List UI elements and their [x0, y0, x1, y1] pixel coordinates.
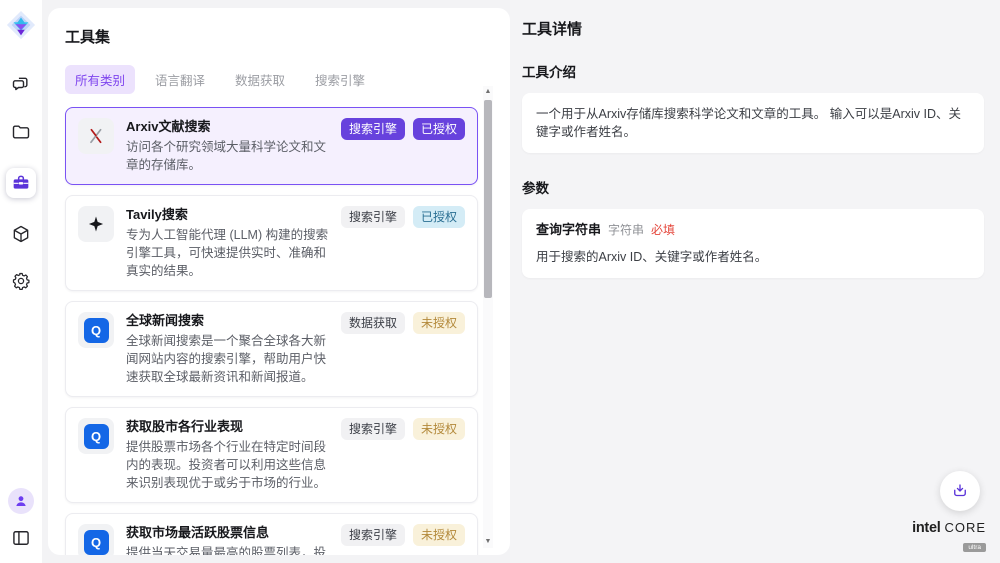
- category-badge: 搜索引擎: [341, 418, 405, 440]
- tool-name: Arxiv文献搜索: [126, 118, 329, 135]
- auth-status-badge: 未授权: [413, 524, 465, 546]
- scroll-up-arrow-icon[interactable]: ▲: [483, 86, 493, 98]
- tools-panel: 工具集 所有类别 语言翻译 数据获取 搜索引擎 Arxiv文献搜索 访问各个研究…: [48, 8, 510, 555]
- tool-description: 访问各个研究领域大量科学论文和文章的存储库。: [126, 138, 329, 174]
- page-title: 工具集: [65, 26, 510, 47]
- intro-card: 一个用于从Arxiv存储库搜索科学论文和文章的工具。 输入可以是Arxiv ID…: [522, 93, 984, 153]
- auth-status-badge: 已授权: [413, 118, 465, 140]
- tool-description: 专为人工智能代理 (LLM) 构建的搜索引擎工具，可快速提供实时、准确和真实的结…: [126, 226, 329, 280]
- toolbox-icon-active[interactable]: [6, 168, 36, 198]
- user-avatar[interactable]: [8, 488, 34, 514]
- list-scrollbar[interactable]: ▲ ▼: [483, 86, 493, 548]
- tool-list: Arxiv文献搜索 访问各个研究领域大量科学论文和文章的存储库。 搜索引擎 已授…: [65, 107, 478, 555]
- category-badge: 搜索引擎: [341, 206, 405, 228]
- param-required-label: 必填: [651, 221, 675, 239]
- cube-icon[interactable]: [10, 223, 32, 245]
- settings-gear-icon[interactable]: [10, 270, 32, 292]
- scrollbar-thumb[interactable]: [484, 100, 492, 298]
- core-wordmark: CORE: [944, 520, 986, 535]
- param-name: 查询字符串: [536, 221, 601, 239]
- tool-name: 全球新闻搜索: [126, 312, 329, 329]
- panel-toggle-icon[interactable]: [10, 527, 32, 549]
- category-badge: 搜索引擎: [341, 524, 405, 546]
- auth-status-badge: 未授权: [413, 312, 465, 334]
- tool-detail-panel: 工具详情 工具介绍 一个用于从Arxiv存储库搜索科学论文和文章的工具。 输入可…: [510, 0, 1000, 563]
- tool-card-sector-performance[interactable]: Q 获取股市各行业表现 提供股票市场各个行业在特定时间段内的表现。投资者可以利用…: [65, 407, 478, 503]
- category-badge: 搜索引擎: [341, 118, 405, 140]
- param-type: 字符串: [608, 221, 644, 239]
- tool-name: Tavily搜索: [126, 206, 329, 223]
- intro-heading: 工具介绍: [522, 61, 984, 81]
- tab-search-engine[interactable]: 搜索引擎: [305, 65, 375, 94]
- tool-card-most-active-stocks[interactable]: Q 获取市场最活跃股票信息 提供当天交易量最高的股票列表，投资者可以利用这些信息…: [65, 513, 478, 555]
- intel-wordmark: intel: [912, 520, 940, 536]
- download-button[interactable]: [940, 471, 980, 511]
- intel-core-logo: intel CORE ultra: [912, 520, 986, 554]
- tool-card-arxiv[interactable]: Arxiv文献搜索 访问各个研究领域大量科学论文和文章的存储库。 搜索引擎 已授…: [65, 107, 478, 185]
- tool-card-global-news[interactable]: Q 全球新闻搜索 全球新闻搜索是一个聚合全球各大新闻网站内容的搜索引擎，帮助用户…: [65, 301, 478, 397]
- arxiv-logo-icon: [78, 118, 114, 154]
- param-card: 查询字符串 字符串 必填 用于搜索的Arxiv ID、关键字或作者姓名。: [522, 209, 984, 278]
- blue-q-logo-icon: Q: [78, 312, 114, 348]
- tool-name: 获取股市各行业表现: [126, 418, 329, 435]
- tool-card-tavily[interactable]: Tavily搜索 专为人工智能代理 (LLM) 构建的搜索引擎工具，可快速提供实…: [65, 195, 478, 291]
- tool-description: 提供股票市场各个行业在特定时间段内的表现。投资者可以利用这些信息来识别表现优于或…: [126, 438, 329, 492]
- tab-all-categories[interactable]: 所有类别: [65, 65, 135, 94]
- ultra-badge: ultra: [963, 543, 986, 552]
- chat-icon[interactable]: [10, 74, 32, 96]
- tavily-star-icon: [78, 206, 114, 242]
- auth-status-badge: 未授权: [413, 418, 465, 440]
- tool-description: 全球新闻搜索是一个聚合全球各大新闻网站内容的搜索引擎，帮助用户快速获取全球最新资…: [126, 332, 329, 386]
- tool-description: 提供当天交易量最高的股票列表，投资者可以利用这些信息来识别流动性强的股票和潜在的…: [126, 544, 329, 555]
- tab-language-translation[interactable]: 语言翻译: [145, 65, 215, 94]
- blue-q-logo-icon: Q: [78, 418, 114, 454]
- category-badge: 数据获取: [341, 312, 405, 334]
- tool-name: 获取市场最活跃股票信息: [126, 524, 329, 541]
- param-description: 用于搜索的Arxiv ID、关键字或作者姓名。: [536, 248, 970, 266]
- tab-data-acquisition[interactable]: 数据获取: [225, 65, 295, 94]
- category-tabs: 所有类别 语言翻译 数据获取 搜索引擎: [65, 65, 510, 94]
- folder-icon[interactable]: [10, 121, 32, 143]
- app-logo-gem-icon: [6, 10, 36, 40]
- app-rail: [0, 0, 42, 563]
- scroll-down-arrow-icon[interactable]: ▼: [483, 536, 493, 548]
- detail-title: 工具详情: [522, 18, 984, 39]
- params-heading: 参数: [522, 177, 984, 197]
- blue-q-logo-icon: Q: [78, 524, 114, 555]
- auth-status-badge: 已授权: [413, 206, 465, 228]
